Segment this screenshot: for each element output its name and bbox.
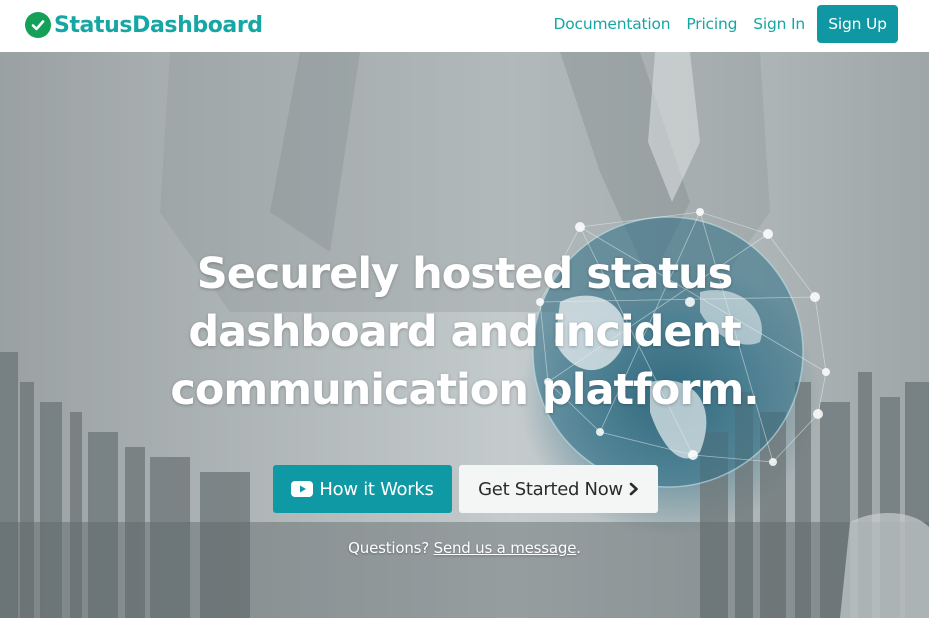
questions-period: .: [576, 539, 581, 557]
hero-headline: Securely hosted status dashboard and inc…: [0, 245, 929, 419]
headline-line: dashboard and incident: [188, 307, 741, 357]
chevron-right-icon: [629, 482, 639, 496]
nav-menu: Documentation Pricing Sign In Sign Up: [554, 5, 898, 43]
brand-logo[interactable]: StatusDashboard: [25, 12, 263, 38]
top-navbar: StatusDashboard Documentation Pricing Si…: [0, 0, 929, 52]
youtube-play-icon: [291, 481, 314, 497]
headline-line: communication platform.: [170, 365, 759, 415]
get-started-button[interactable]: Get Started Now: [459, 465, 658, 513]
check-circle-icon: [25, 12, 51, 38]
questions-text: Questions?: [348, 539, 430, 557]
brand-name: StatusDashboard: [54, 12, 263, 38]
headline-line: Securely hosted status: [196, 249, 734, 299]
nav-documentation-link[interactable]: Documentation: [554, 15, 671, 33]
hero-section: Securely hosted status dashboard and inc…: [0, 52, 929, 618]
nav-sign-in-link[interactable]: Sign In: [753, 15, 805, 33]
how-it-works-label: How it Works: [319, 478, 434, 500]
questions-line: Questions? Send us a message.: [0, 539, 929, 557]
sign-up-button[interactable]: Sign Up: [817, 5, 898, 43]
nav-pricing-link[interactable]: Pricing: [686, 15, 737, 33]
how-it-works-button[interactable]: How it Works: [273, 465, 452, 513]
get-started-label: Get Started Now: [478, 478, 623, 500]
send-message-link[interactable]: Send us a message: [434, 539, 577, 557]
